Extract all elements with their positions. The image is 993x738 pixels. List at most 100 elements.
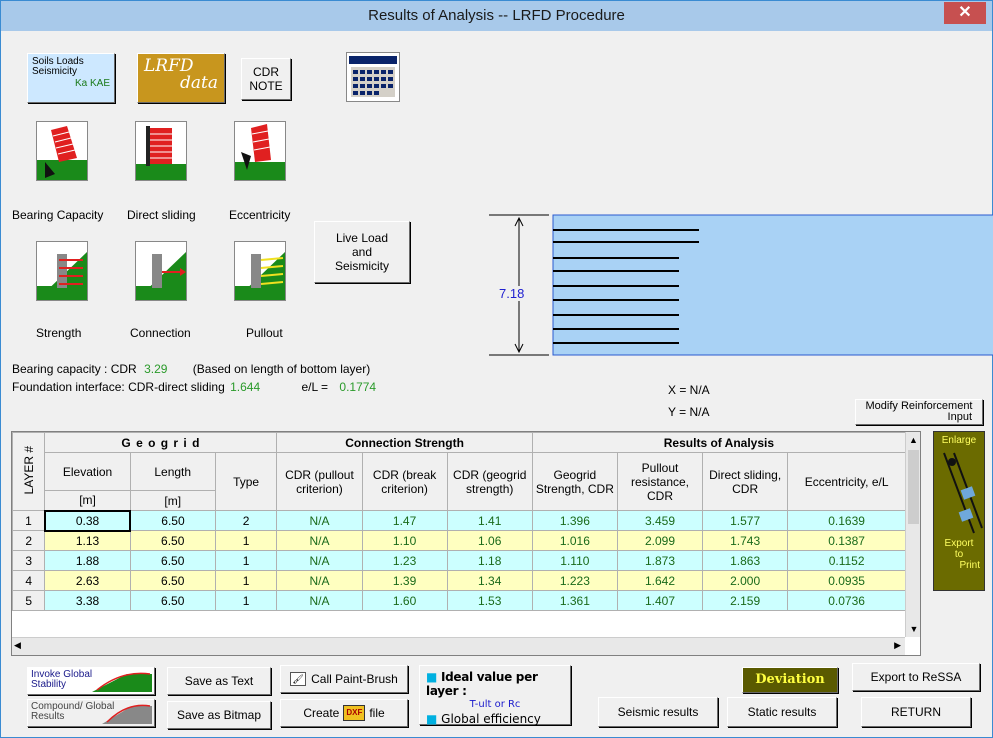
col-length-unit: [m]	[129, 490, 216, 511]
table-cell-type[interactable]: 1	[214, 570, 278, 591]
table-cell-pullout: 2.099	[616, 530, 704, 551]
table-cell-sliding: 1.577	[702, 510, 789, 531]
table-cell-cdr-geogrid: 1.53	[446, 590, 533, 611]
table-cell-length[interactable]: 6.50	[129, 510, 216, 531]
bearing-capacity-note: (Based on length of bottom layer)	[192, 362, 371, 376]
connection-icon[interactable]	[135, 241, 187, 301]
table-cell-cdr-break: 1.39	[361, 570, 448, 591]
table-cell-elevation[interactable]: 2.63	[44, 570, 131, 591]
direct-sliding-label: Direct sliding	[127, 208, 196, 222]
results-window: Results of Analysis -- LRFD Procedure ✕ …	[0, 0, 993, 738]
export-to-ressa-button[interactable]: Export to ReSSA	[852, 663, 980, 691]
global-efficiency-line: ■ Global efficiency	[426, 712, 564, 726]
table-cell-cdr-geogrid: 1.18	[446, 550, 533, 571]
table-cell-sliding: 1.743	[702, 530, 789, 551]
scroll-right-arrow-icon[interactable]: ▶	[894, 640, 901, 651]
save-as-bitmap-button[interactable]: Save as Bitmap	[167, 701, 271, 729]
col-cdr-break: CDR (break criterion)	[361, 452, 448, 511]
return-button[interactable]: RETURN	[861, 697, 971, 727]
table-cell-pullout: 1.873	[616, 550, 704, 571]
enlarge-label[interactable]: Enlarge	[934, 435, 984, 446]
strength-icon[interactable]	[36, 241, 88, 301]
table-cell-length[interactable]: 6.50	[129, 530, 216, 551]
table-cell-pullout: 3.459	[616, 510, 704, 531]
table-cell-layer: 5	[12, 590, 46, 611]
direct-sliding-icon[interactable]	[135, 121, 187, 181]
compound-global-results-button[interactable]: Compound/ Global Results	[27, 699, 155, 727]
col-eccentricity: Eccentricity, e/L	[787, 452, 906, 511]
compound-slope-icon	[102, 704, 152, 724]
lrfd-data-button[interactable]: LRFD data	[137, 53, 225, 103]
table-cell-type[interactable]: 2	[214, 510, 278, 531]
ideal-bullet-icon: ■	[426, 670, 438, 684]
call-paint-brush-label: Call Paint-Brush	[311, 672, 398, 686]
col-geogrid-strength: Geogrid Strength, CDR	[531, 452, 618, 511]
col-length: Length	[129, 452, 216, 491]
scroll-thumb[interactable]	[908, 450, 919, 524]
soils-loads-seismicity-button[interactable]: Soils Loads Seismicity Ka KAE	[27, 53, 115, 103]
table-row: 1 0.38 6.50 2 N/A 1.47 1.41 1.396 3.459 1.577 0.16…	[12, 509, 906, 532]
modify-reinforcement-button[interactable]: Modify Reinforcement Input	[855, 399, 983, 425]
col-elevation: Elevation	[44, 452, 131, 491]
table-cell-geo-strength: 1.361	[531, 590, 618, 611]
table-cell-elevation[interactable]: 1.13	[44, 530, 131, 551]
pullout-icon[interactable]	[234, 241, 286, 301]
ideal-value-efficiency-panel[interactable]: ■ Ideal value per layer : T-ult or Rc ■ …	[419, 665, 571, 726]
ladder-figure-icon	[943, 452, 983, 534]
table-cell-layer: 1	[12, 510, 46, 531]
scroll-down-arrow-icon[interactable]: ▼	[906, 621, 920, 637]
global-efficiency-label: Global efficiency	[441, 712, 541, 726]
table-cell-elevation[interactable]: 3.38	[44, 590, 131, 611]
table-row: 3 1.88 6.50 1 N/A 1.23 1.18 1.110 1.873 1.863 0.11…	[12, 550, 906, 571]
table-cell-cdr-pullout: N/A	[276, 550, 363, 571]
global-bullet-icon: ■	[426, 712, 438, 726]
calculator-icon[interactable]	[346, 52, 400, 102]
table-cell-length[interactable]: 6.50	[129, 590, 216, 611]
export-label[interactable]: Export	[934, 538, 984, 549]
table-cell-cdr-pullout: N/A	[276, 530, 363, 551]
foundation-interface-summary: Foundation interface: CDR-direct sliding…	[12, 380, 376, 394]
table-cell-geo-strength: 1.396	[531, 510, 618, 531]
table-cell-type[interactable]: 1	[214, 530, 278, 551]
table-cell-elevation[interactable]: 0.38	[43, 509, 132, 532]
close-button[interactable]: ✕	[944, 2, 986, 24]
table-cell-cdr-break: 1.60	[361, 590, 448, 611]
seismic-results-button[interactable]: Seismic results	[598, 697, 718, 727]
el-value: 0.1774	[339, 380, 377, 394]
connection-strength-header: Connection Strength	[276, 432, 533, 453]
print-label[interactable]: Print	[934, 560, 980, 571]
table-cell-type[interactable]: 1	[214, 550, 278, 571]
col-type: Type	[214, 452, 278, 511]
deviation-button[interactable]: Deviation	[742, 667, 838, 693]
horizontal-scrollbar[interactable]: ◀ ▶	[12, 637, 905, 655]
col-pullout-resistance: Pullout resistance, CDR	[616, 452, 704, 511]
table-cell-layer: 4	[12, 570, 46, 591]
save-as-text-button[interactable]: Save as Text	[167, 667, 271, 695]
live-load-line1: Live Load	[335, 231, 389, 245]
results-table-container: LAYER # G e o g r i d Connection Strengt…	[11, 431, 921, 656]
table-cell-length[interactable]: 6.50	[129, 550, 216, 571]
col-direct-sliding: Direct sliding, CDR	[702, 452, 789, 511]
table-cell-length[interactable]: 6.50	[129, 570, 216, 591]
table-cell-cdr-geogrid: 1.06	[446, 530, 533, 551]
bearing-capacity-icon[interactable]	[36, 121, 88, 181]
static-results-button[interactable]: Static results	[727, 697, 837, 727]
call-paint-brush-button[interactable]: 🖌 Call Paint-Brush	[280, 665, 408, 693]
scroll-left-arrow-icon[interactable]: ◀	[14, 640, 21, 651]
invoke-global-stability-button[interactable]: Invoke Global Stability	[27, 667, 155, 695]
table-row: 4 2.63 6.50 1 N/A 1.39 1.34 1.223 1.642 2.000 0.09…	[12, 570, 906, 591]
direct-sliding-cdr-value: 1.644	[230, 380, 261, 394]
cdr-note-button[interactable]: CDR NOTE	[241, 58, 291, 100]
live-load-seismicity-button[interactable]: Live Load and Seismicity	[314, 221, 410, 283]
table-cell-type[interactable]: 1	[214, 590, 278, 611]
enlarge-export-print-panel[interactable]: Enlarge Export to Print	[933, 431, 985, 591]
table-cell-cdr-break: 1.47	[361, 510, 448, 531]
table-cell-cdr-pullout: N/A	[276, 590, 363, 611]
cdr-note-line2: NOTE	[249, 79, 283, 93]
scroll-up-arrow-icon[interactable]: ▲	[906, 432, 920, 448]
x-readout: X = N/A	[668, 383, 710, 397]
create-dxf-file-button[interactable]: Create DXF file	[280, 699, 408, 727]
vertical-scrollbar[interactable]: ▲ ▼	[905, 432, 920, 637]
table-cell-elevation[interactable]: 1.88	[44, 550, 131, 571]
eccentricity-icon[interactable]	[234, 121, 286, 181]
